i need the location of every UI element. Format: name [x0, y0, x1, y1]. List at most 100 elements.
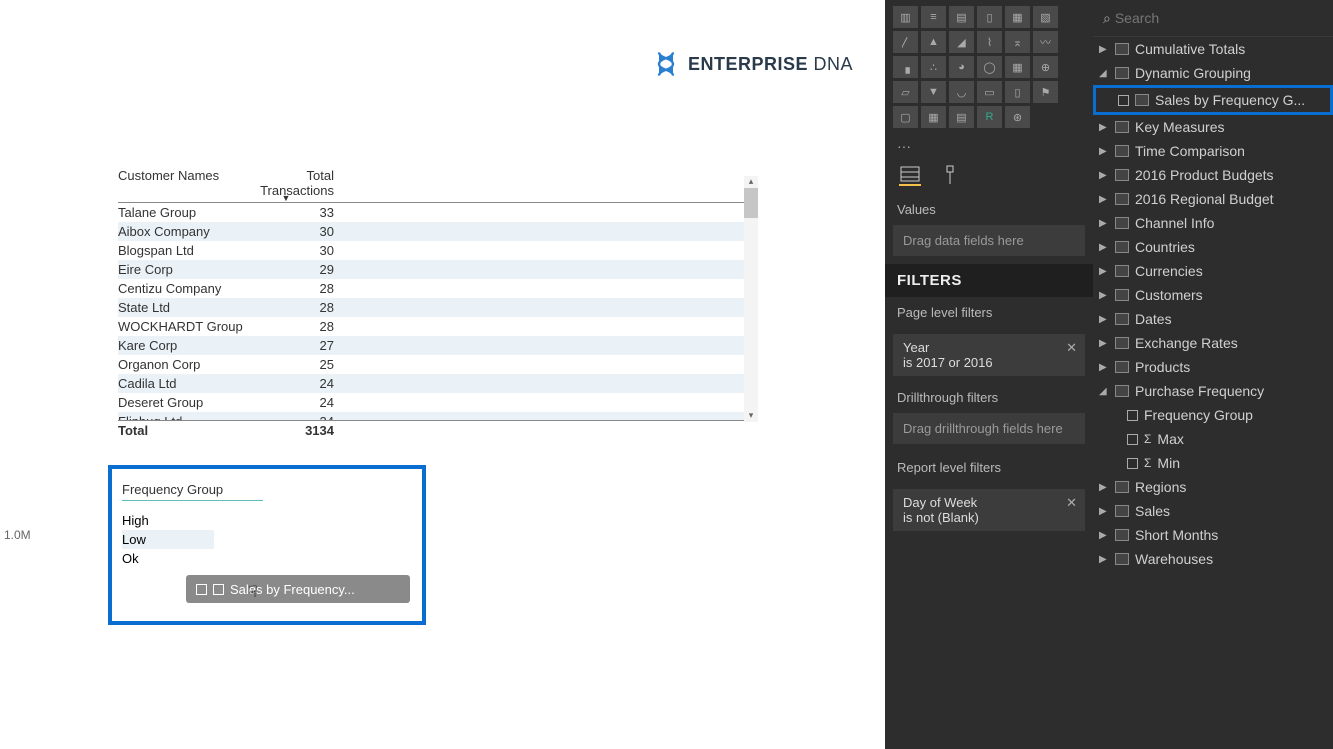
table-icon: [1115, 121, 1129, 133]
tree-warehouses[interactable]: ▶Warehouses: [1093, 547, 1333, 571]
freq-item-high[interactable]: High: [122, 511, 412, 530]
scroll-thumb[interactable]: [744, 188, 758, 218]
report-filters-label: Report level filters: [885, 452, 1093, 483]
donut-icon[interactable]: ◯: [977, 56, 1002, 78]
tree-channel-info[interactable]: ▶Channel Info: [1093, 211, 1333, 235]
tree-regions[interactable]: ▶Regions: [1093, 475, 1333, 499]
table-icon: [1115, 217, 1129, 229]
clustered-bar-icon[interactable]: ≡: [921, 6, 946, 28]
frequency-list: High Low Ok: [122, 511, 412, 568]
stacked-column-icon[interactable]: ▤: [949, 6, 974, 28]
map-icon[interactable]: ⊕: [1033, 56, 1058, 78]
filled-map-icon[interactable]: ▱: [893, 81, 918, 103]
tree-currencies[interactable]: ▶Currencies: [1093, 259, 1333, 283]
table-icon: [1115, 241, 1129, 253]
checkbox-icon: [196, 584, 207, 595]
stacked-area-icon[interactable]: ◢: [949, 31, 974, 53]
table-icon: [1115, 145, 1129, 157]
r-visual-icon[interactable]: R: [977, 106, 1002, 128]
tree-pf-min[interactable]: ΣMin: [1093, 451, 1333, 475]
pie-icon[interactable]: ◕: [949, 56, 974, 78]
drillthrough-drop-zone[interactable]: Drag drillthrough fields here: [893, 413, 1085, 444]
dayofweek-filter-card[interactable]: Day of Week is not (Blank) ✕: [893, 489, 1085, 531]
remove-filter-icon[interactable]: ✕: [1066, 495, 1077, 511]
tree-countries[interactable]: ▶Countries: [1093, 235, 1333, 259]
multi-card-icon[interactable]: ▯: [1005, 81, 1030, 103]
table-row: Organon Corp25: [118, 355, 758, 374]
tree-key-measures[interactable]: ▶Key Measures: [1093, 115, 1333, 139]
card-icon[interactable]: ▭: [977, 81, 1002, 103]
tree-products[interactable]: ▶Products: [1093, 355, 1333, 379]
line-clustered-column-icon[interactable]: ⌅: [1005, 31, 1030, 53]
col-total-transactions[interactable]: Total Transactions▼: [238, 168, 334, 198]
values-drop-zone[interactable]: Drag data fields here: [893, 225, 1085, 256]
customers-table[interactable]: Customer Names Total Transactions▼ Talan…: [118, 168, 758, 438]
search-icon: ⌕: [1103, 10, 1111, 27]
line-stacked-column-icon[interactable]: ⌇: [977, 31, 1002, 53]
kpi-icon[interactable]: ⚑: [1033, 81, 1058, 103]
cursor-icon: ☟: [248, 582, 258, 602]
fields-search[interactable]: ⌕: [1093, 0, 1333, 37]
100-stacked-column-icon[interactable]: ▧: [1033, 6, 1058, 28]
checkbox-icon[interactable]: [1118, 95, 1129, 106]
tree-pf-max[interactable]: ΣMax: [1093, 427, 1333, 451]
gauge-icon[interactable]: ◡: [949, 81, 974, 103]
table-scrollbar[interactable]: ▴ ▾: [744, 176, 758, 422]
tree-pf-frequency-group[interactable]: Frequency Group: [1093, 403, 1333, 427]
year-filter-card[interactable]: Year is 2017 or 2016 ✕: [893, 334, 1085, 376]
tree-dates[interactable]: ▶Dates: [1093, 307, 1333, 331]
tree-time-comparison[interactable]: ▶Time Comparison: [1093, 139, 1333, 163]
globe-icon[interactable]: ⊛: [1005, 106, 1030, 128]
slicer-icon[interactable]: ▢: [893, 106, 918, 128]
values-label: Values: [885, 194, 1093, 225]
table-icon: [1115, 337, 1129, 349]
tree-customers[interactable]: ▶Customers: [1093, 283, 1333, 307]
table-icon: [1115, 361, 1129, 373]
tree-sales[interactable]: ▶Sales: [1093, 499, 1333, 523]
line-chart-icon[interactable]: 〳: [893, 31, 918, 53]
search-input[interactable]: [1111, 6, 1323, 30]
funnel-icon[interactable]: ▼: [921, 81, 946, 103]
treemap-icon[interactable]: ▦: [1005, 56, 1030, 78]
freq-item-ok[interactable]: Ok: [122, 549, 412, 568]
100-stacked-bar-icon[interactable]: ▦: [1005, 6, 1030, 28]
field-drag-tag[interactable]: Sales by Frequency...: [186, 575, 410, 603]
brand-logo: ENTERPRISE DNA: [652, 50, 853, 78]
remove-filter-icon[interactable]: ✕: [1066, 340, 1077, 356]
viz-more-icon[interactable]: ···: [885, 134, 1093, 158]
matrix-icon[interactable]: ▤: [949, 106, 974, 128]
freq-item-low[interactable]: Low: [122, 530, 214, 549]
tree-short-months[interactable]: ▶Short Months: [1093, 523, 1333, 547]
table-icon[interactable]: ▦: [921, 106, 946, 128]
scatter-icon[interactable]: ∴: [921, 56, 946, 78]
area-chart-icon[interactable]: ▲: [921, 31, 946, 53]
format-tab-icon[interactable]: [939, 164, 961, 186]
tree-exchange-rates[interactable]: ▶Exchange Rates: [1093, 331, 1333, 355]
table-icon: [1115, 553, 1129, 565]
stacked-bar-icon[interactable]: ▥: [893, 6, 918, 28]
table-body: Talane Group33 Aibox Company30 Blogspan …: [118, 203, 758, 420]
fields-tab-icon[interactable]: [899, 164, 921, 186]
tree-2016-regional-budget[interactable]: ▶2016 Regional Budget: [1093, 187, 1333, 211]
ribbon-icon[interactable]: 〰: [1033, 31, 1058, 53]
col-customer-names[interactable]: Customer Names: [118, 168, 238, 198]
checkbox-icon[interactable]: [1127, 458, 1138, 469]
tree-purchase-frequency[interactable]: ◢Purchase Frequency: [1093, 379, 1333, 403]
waterfall-icon[interactable]: ▗: [893, 56, 918, 78]
checkbox-icon[interactable]: [1127, 410, 1138, 421]
visualizations-panel: ▥ ≡ ▤ ▯ ▦ ▧ 〳 ▲ ◢ ⌇ ⌅ 〰 ▗ ∴ ◕ ◯ ▦ ⊕ ▱ ▼ …: [885, 0, 1093, 749]
tree-dynamic-grouping[interactable]: ◢Dynamic Grouping: [1093, 61, 1333, 85]
table-row: Flinbug Ltd24: [118, 412, 758, 420]
fields-panel: ⌕ ▶Cumulative Totals ◢Dynamic Grouping S…: [1093, 0, 1333, 749]
report-canvas[interactable]: ENTERPRISE DNA 1.0M Customer Names Total…: [0, 0, 885, 749]
frequency-header[interactable]: Frequency Group: [122, 482, 263, 501]
table-icon: [1115, 313, 1129, 325]
checkbox-icon[interactable]: [1127, 434, 1138, 445]
tree-cumulative-totals[interactable]: ▶Cumulative Totals: [1093, 37, 1333, 61]
tree-sales-by-frequency[interactable]: Sales by Frequency G...: [1093, 85, 1333, 115]
tree-2016-product-budgets[interactable]: ▶2016 Product Budgets: [1093, 163, 1333, 187]
table-footer: Total 3134: [118, 420, 758, 438]
scroll-up-icon[interactable]: ▴: [744, 176, 758, 188]
clustered-column-icon[interactable]: ▯: [977, 6, 1002, 28]
scroll-down-icon[interactable]: ▾: [744, 410, 758, 422]
